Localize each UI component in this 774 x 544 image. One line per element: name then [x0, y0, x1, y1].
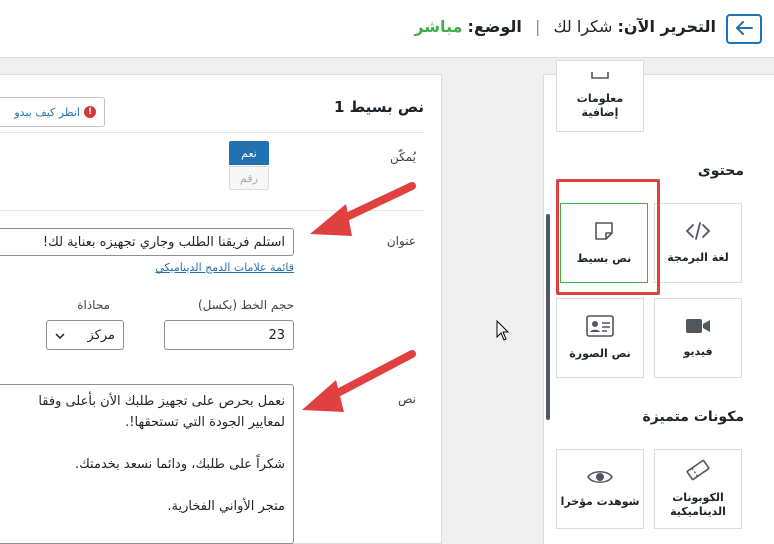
- component-tile-extra-info[interactable]: معلومات إضافية: [556, 60, 644, 132]
- preview-button-label: انظر كيف يبدو: [14, 105, 80, 119]
- top-bar: التحرير الآن: شكرا لك | الوضع: مباشر: [0, 0, 774, 58]
- component-tile-label: معلومات إضافية: [576, 92, 624, 119]
- component-tile-video[interactable]: فيديو: [654, 298, 742, 378]
- component-tile-label: فيديو: [683, 345, 713, 358]
- mouse-cursor-icon: [496, 320, 510, 341]
- sidebar-scrollbar[interactable]: [546, 214, 550, 420]
- chevron-down-icon: [55, 328, 65, 343]
- editing-value: شكرا لك: [553, 17, 613, 36]
- align-label: محاذاة: [77, 298, 110, 312]
- eye-icon: [587, 469, 613, 489]
- arrow-left-icon: [735, 20, 753, 39]
- ticket-icon: [685, 459, 711, 485]
- align-select-value: مركز: [87, 327, 116, 343]
- annotation-highlight-box: [556, 179, 660, 295]
- textarea-line: متجر الأواني الفخارية.: [167, 499, 285, 514]
- divider: [0, 210, 424, 211]
- text-content-textarea[interactable]: نعمل بحرص على تجهيز طلبك الأن بأعلى وفقا…: [0, 384, 294, 544]
- merge-tags-link[interactable]: قائمة علامات الدمج الديناميكي: [155, 261, 294, 274]
- mode-value: مباشر: [414, 17, 463, 36]
- textarea-line: نعمل بحرص على تجهيز طلبك الأن بأعلى وفقا: [38, 394, 285, 409]
- component-tile-label: شوهدت مؤخرا: [560, 495, 640, 508]
- title-separator: |: [534, 17, 541, 36]
- preview-button[interactable]: ! انظر كيف يبدو: [0, 97, 105, 127]
- video-camera-icon: [685, 317, 711, 339]
- align-select[interactable]: مركز: [46, 320, 124, 350]
- component-tile-label: الكوبونات الديناميكية: [670, 491, 726, 518]
- mode-label: الوضع:: [467, 17, 522, 36]
- divider: [0, 132, 424, 133]
- component-tile-recently-viewed[interactable]: شوهدت مؤخرا: [556, 449, 644, 529]
- font-size-label: حجم الخط (بكسل): [197, 298, 294, 312]
- enable-label: يُمكّن: [389, 150, 416, 164]
- editing-label: التحرير الآن:: [617, 17, 717, 36]
- component-tile-label: نص الصورة: [569, 347, 631, 360]
- heading-input[interactable]: استلم فريقنا الطلب وجاري تجهيزه بعناية ل…: [0, 228, 294, 256]
- info-file-icon: [589, 72, 611, 86]
- textarea-line: شكراً على طلبك، ودائما نسعد بخدمتك.: [74, 457, 285, 472]
- component-tile-image-text[interactable]: نص الصورة: [556, 298, 644, 378]
- heading-label: عنوان: [386, 234, 416, 248]
- font-size-input[interactable]: 23: [164, 320, 294, 350]
- textarea-line: لمعايير الجودة التي تستحقها!.: [125, 415, 285, 430]
- component-tile-label: لغة البرمجة: [667, 251, 729, 264]
- code-icon: [685, 221, 711, 245]
- content-section-title: محتوى: [697, 163, 744, 179]
- toggle-no-option[interactable]: رقم: [229, 166, 269, 190]
- back-button[interactable]: [726, 14, 762, 44]
- text-label: نص: [397, 392, 416, 406]
- toggle-yes-option[interactable]: نعم: [229, 141, 269, 165]
- component-tile-code[interactable]: لغة البرمجة: [654, 203, 742, 283]
- panel-title: نص بسيط 1: [333, 98, 424, 116]
- id-card-icon: [586, 315, 614, 341]
- alert-icon: !: [84, 106, 96, 118]
- component-tile-dynamic-coupons[interactable]: الكوبونات الديناميكية: [654, 449, 742, 529]
- page-title: التحرير الآن: شكرا لك | الوضع: مباشر: [414, 17, 716, 36]
- featured-section-title: مكونات متميزة: [642, 409, 745, 425]
